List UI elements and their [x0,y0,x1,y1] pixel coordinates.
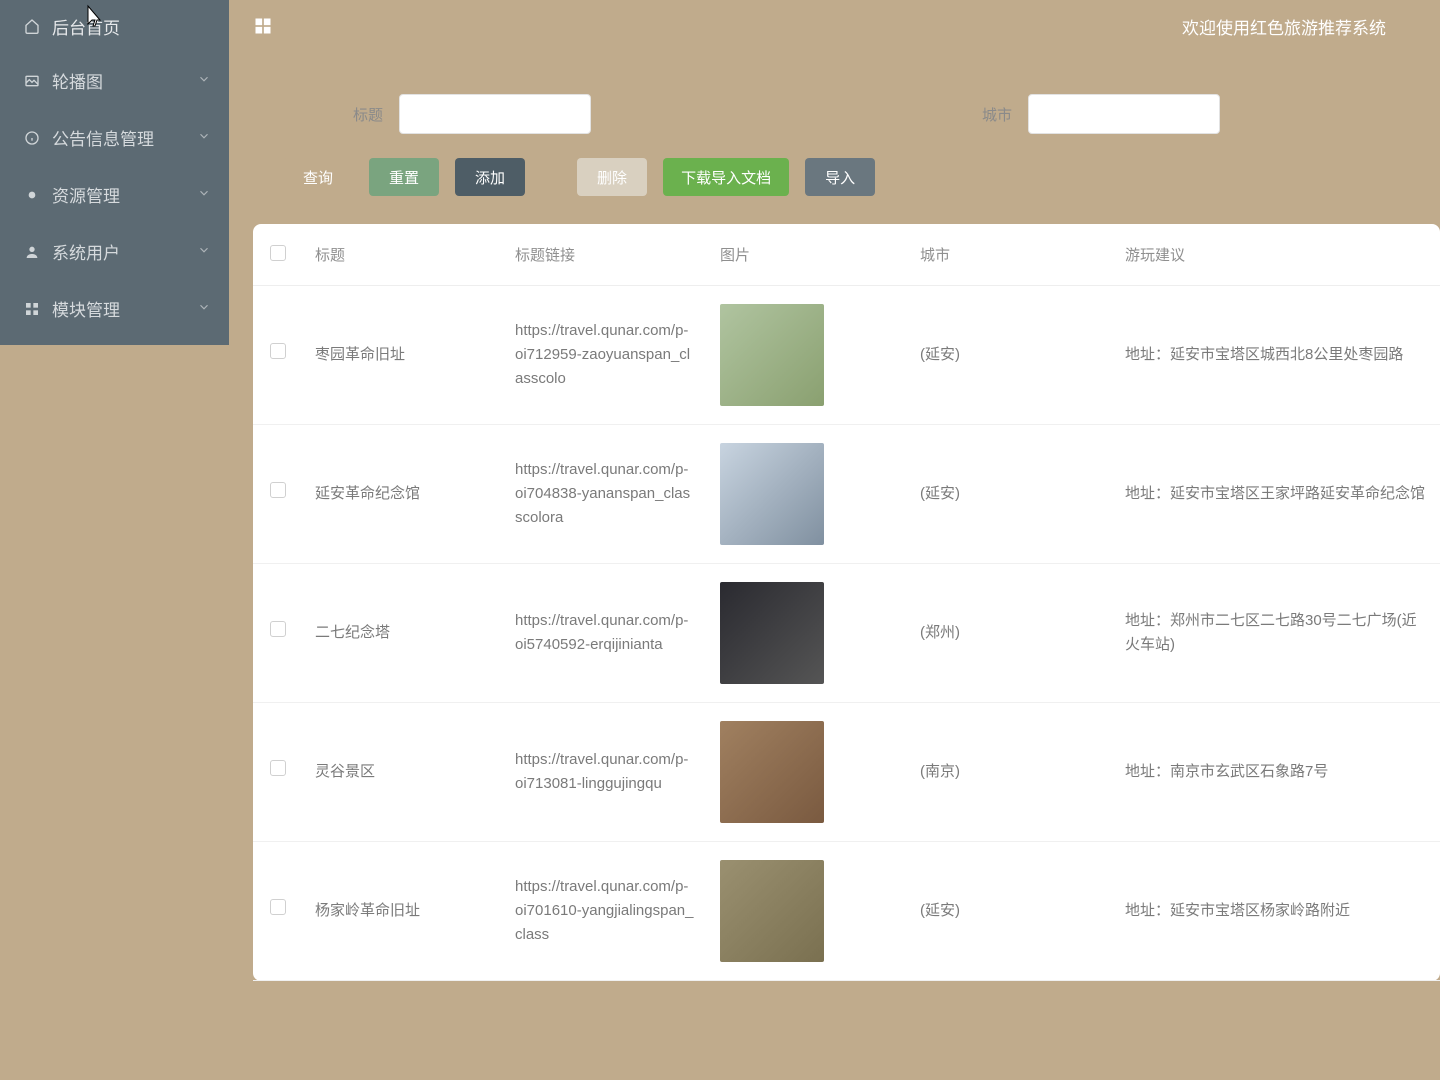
cell-title: 二七纪念塔 [303,564,503,703]
cell-title: 杨家岭革命旧址 [303,842,503,981]
sidebar-item-users[interactable]: 系统用户 [0,223,229,280]
chevron-down-icon [197,71,211,91]
table-row: 灵谷景区https://travel.qunar.com/p-oi713081-… [253,703,1440,842]
image-icon [24,73,40,89]
cell-advice: 地址：南京市玄武区石象路7号 [1113,703,1440,842]
cell-image [708,425,908,564]
cell-link: https://travel.qunar.com/p-oi701610-yang… [503,842,708,981]
table-wrap: 标题 标题链接 图片 城市 游玩建议 枣园革命旧址https://travel.… [253,224,1440,981]
thumbnail-image [720,860,824,962]
delete-button[interactable]: 删除 [577,158,647,196]
row-checkbox-cell [253,286,303,425]
cell-title: 灵谷景区 [303,703,503,842]
cell-image [708,703,908,842]
sidebar-item-label: 模块管理 [52,296,120,321]
row-checkbox[interactable] [270,899,286,915]
search-title-field: 标题 [353,94,591,134]
header-city: 城市 [908,224,1113,286]
cell-advice: 地址：郑州市二七区二七路30号二七广场(近火车站) [1113,564,1440,703]
thumbnail-image [720,304,824,406]
chevron-down-icon [197,242,211,262]
sidebar-item-announce[interactable]: 公告信息管理 [0,109,229,166]
sidebar-item-carousel[interactable]: 轮播图 [0,52,229,109]
cell-link: https://travel.qunar.com/p-oi704838-yana… [503,425,708,564]
sidebar: 后台首页 轮播图 公告信息管理 资源管理 [0,0,229,1080]
content-area: 标题 城市 查询 重置 添加 删除 下载导入文档 [229,52,1440,1080]
sidebar-home[interactable]: 后台首页 [0,0,229,52]
sidebar-item-label: 轮播图 [52,68,103,93]
cell-advice: 地址：延安市宝塔区城西北8公里处枣园路 [1113,286,1440,425]
header-link: 标题链接 [503,224,708,286]
cell-city: (延安) [908,842,1113,981]
table-row: 枣园革命旧址https://travel.qunar.com/p-oi71295… [253,286,1440,425]
sidebar-item-modules[interactable]: 模块管理 [0,280,229,337]
row-checkbox[interactable] [270,621,286,637]
row-checkbox[interactable] [270,482,286,498]
query-button[interactable]: 查询 [283,158,353,196]
row-checkbox-cell [253,564,303,703]
cell-advice: 地址：延安市宝塔区杨家岭路附近 [1113,842,1440,981]
import-button[interactable]: 导入 [805,158,875,196]
row-checkbox-cell [253,842,303,981]
cell-title: 延安革命纪念馆 [303,425,503,564]
row-checkbox[interactable] [270,343,286,359]
cell-city: (延安) [908,425,1113,564]
cell-city: (郑州) [908,564,1113,703]
thumbnail-image [720,443,824,545]
sidebar-item-resource[interactable]: 资源管理 [0,166,229,223]
sidebar-item-label: 公告信息管理 [52,125,154,150]
button-row: 查询 重置 添加 删除 下载导入文档 导入 [253,158,1440,224]
search-row: 标题 城市 [253,76,1440,158]
cell-link: https://travel.qunar.com/p-oi5740592-erq… [503,564,708,703]
cell-city: (延安) [908,286,1113,425]
topbar: 欢迎使用红色旅游推荐系统 [229,0,1440,52]
grid-icon [24,301,40,317]
header-image: 图片 [708,224,908,286]
search-title-label: 标题 [353,104,383,125]
data-table: 标题 标题链接 图片 城市 游玩建议 枣园革命旧址https://travel.… [253,224,1440,981]
header-advice: 游玩建议 [1113,224,1440,286]
cell-city: (南京) [908,703,1113,842]
chevron-down-icon [197,299,211,319]
add-button[interactable]: 添加 [455,158,525,196]
row-checkbox-cell [253,703,303,842]
sidebar-item-label: 系统用户 [52,239,120,264]
info-icon [24,130,40,146]
search-city-input[interactable] [1028,94,1220,134]
header-checkbox-cell [253,224,303,286]
chevron-down-icon [197,128,211,148]
search-city-field: 城市 [982,94,1220,134]
header-checkbox[interactable] [270,245,286,261]
user-icon [24,244,40,260]
thumbnail-image [720,721,824,823]
bulb-icon [24,187,40,203]
download-template-button[interactable]: 下载导入文档 [663,158,789,196]
table-row: 延安革命纪念馆https://travel.qunar.com/p-oi7048… [253,425,1440,564]
apps-icon[interactable] [253,16,273,36]
cell-image [708,842,908,981]
home-icon [24,18,40,34]
cell-image [708,564,908,703]
cell-advice: 地址：延安市宝塔区王家坪路延安革命纪念馆 [1113,425,1440,564]
sidebar-home-label: 后台首页 [52,14,120,39]
main: 欢迎使用红色旅游推荐系统 标题 城市 查询 [229,0,1440,1080]
cell-title: 枣园革命旧址 [303,286,503,425]
table-row: 杨家岭革命旧址https://travel.qunar.com/p-oi7016… [253,842,1440,981]
cell-link: https://travel.qunar.com/p-oi712959-zaoy… [503,286,708,425]
row-checkbox-cell [253,425,303,564]
reset-button[interactable]: 重置 [369,158,439,196]
page-title: 欢迎使用红色旅游推荐系统 [1182,14,1386,39]
sidebar-item-label: 资源管理 [52,182,120,207]
search-title-input[interactable] [399,94,591,134]
cell-link: https://travel.qunar.com/p-oi713081-ling… [503,703,708,842]
row-checkbox[interactable] [270,760,286,776]
cell-image [708,286,908,425]
chevron-down-icon [197,185,211,205]
table-row: 二七纪念塔https://travel.qunar.com/p-oi574059… [253,564,1440,703]
search-city-label: 城市 [982,104,1012,125]
thumbnail-image [720,582,824,684]
header-title: 标题 [303,224,503,286]
